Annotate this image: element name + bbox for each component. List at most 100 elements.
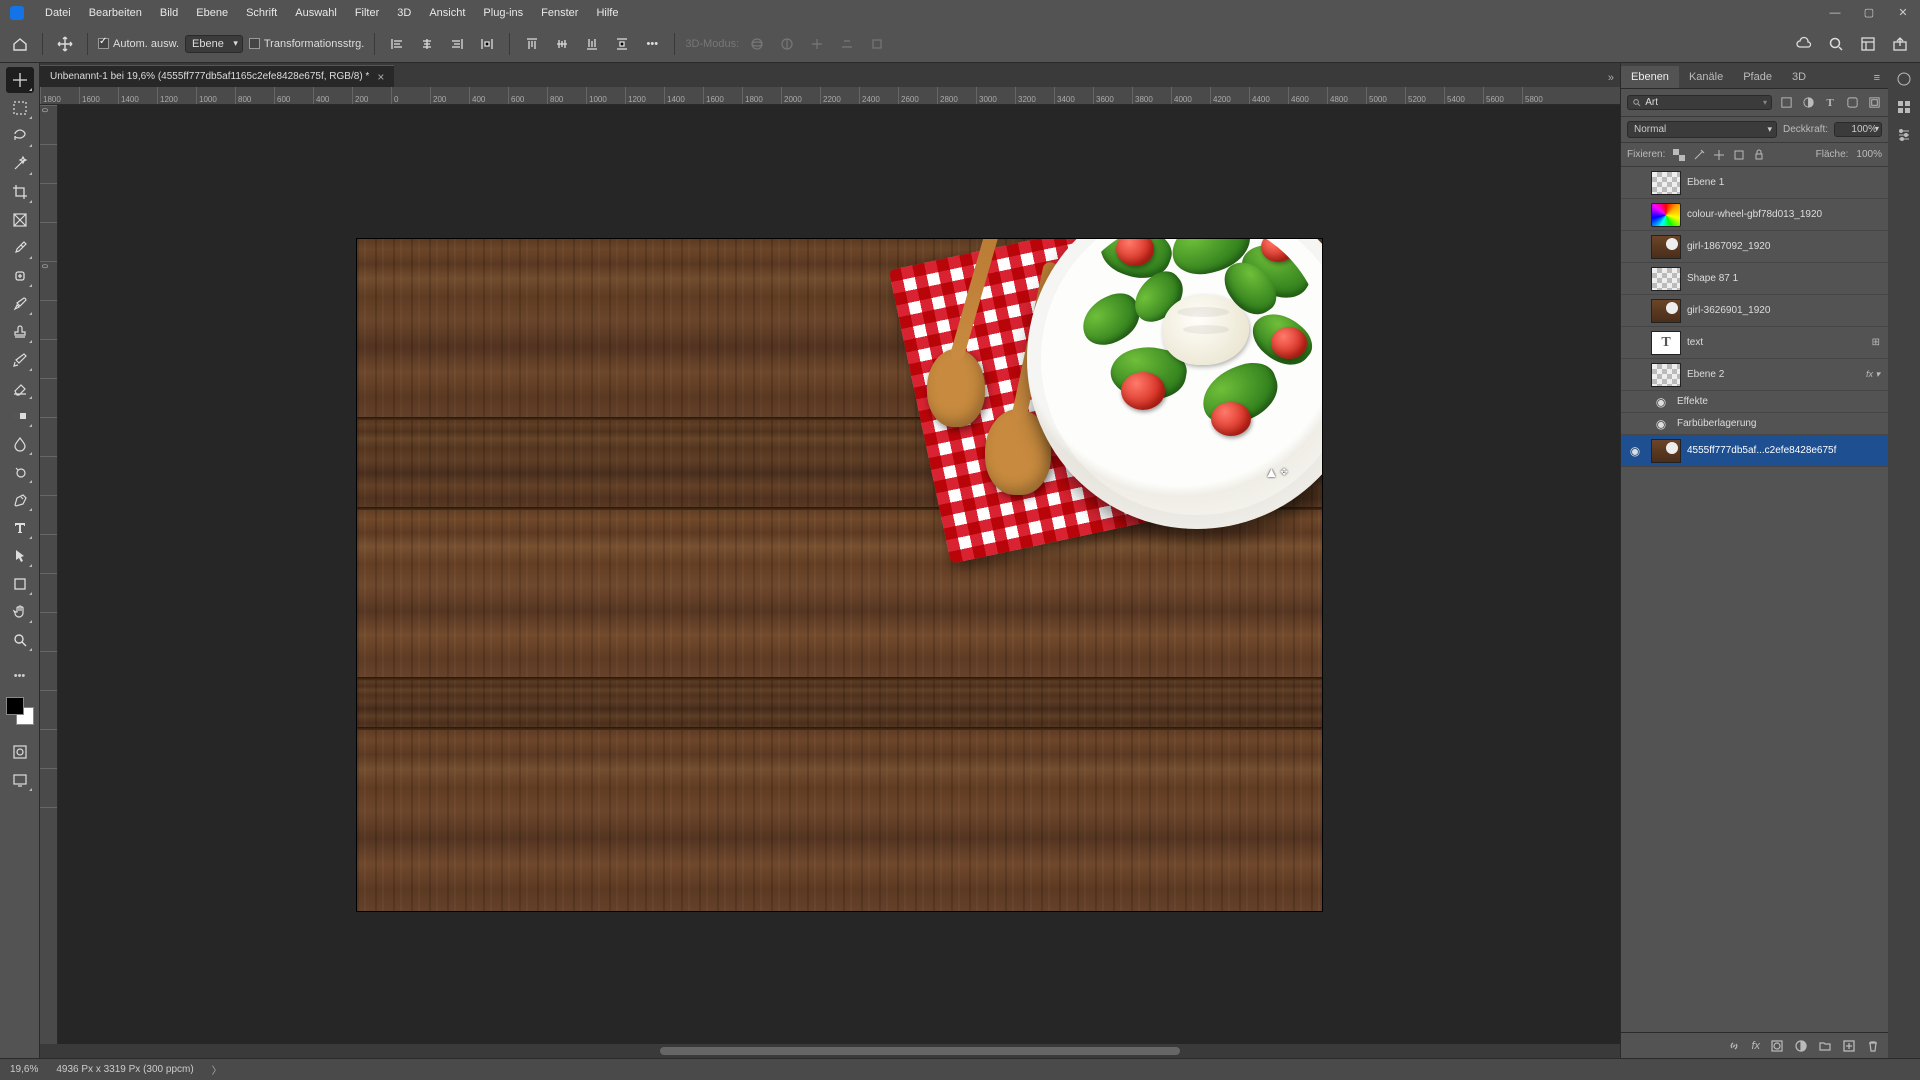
layer-thumb[interactable] xyxy=(1651,235,1681,259)
workspace-icon[interactable] xyxy=(1856,32,1880,56)
document-tab[interactable]: Unbenannt-1 bei 19,6% (4555ff777db5af116… xyxy=(40,65,394,87)
tool-hand[interactable] xyxy=(6,599,34,625)
layer-name[interactable]: Ebene 1 xyxy=(1687,177,1884,188)
window-close-button[interactable]: ✕ xyxy=(1886,0,1920,25)
menu-plugins[interactable]: Plug-ins xyxy=(474,0,532,25)
layer-row[interactable]: Shape 87 1 xyxy=(1621,263,1888,295)
layer-badge[interactable]: ⊞ xyxy=(1872,337,1884,348)
layer-name[interactable]: colour-wheel-gbf78d013_1920 xyxy=(1687,209,1884,220)
quickmask-toggle[interactable] xyxy=(6,739,34,765)
tool-type[interactable] xyxy=(6,515,34,541)
layer-thumb[interactable] xyxy=(1651,439,1681,463)
lock-transparency-icon[interactable] xyxy=(1673,149,1685,161)
lock-all-icon[interactable] xyxy=(1753,149,1765,161)
screenmode-toggle[interactable] xyxy=(6,767,34,793)
menu-help[interactable]: Hilfe xyxy=(587,0,627,25)
menu-view[interactable]: Ansicht xyxy=(420,0,474,25)
tool-lasso[interactable] xyxy=(6,123,34,149)
layer-thumb[interactable] xyxy=(1651,171,1681,195)
lock-artboard-icon[interactable] xyxy=(1733,149,1745,161)
visibility-toggle[interactable]: ◉ xyxy=(1651,417,1671,431)
menu-layer[interactable]: Ebene xyxy=(187,0,237,25)
tool-marquee[interactable] xyxy=(6,95,34,121)
ruler-vertical[interactable]: 00 xyxy=(40,105,58,1044)
lock-pixels-icon[interactable] xyxy=(1693,149,1705,161)
move-tool-icon[interactable] xyxy=(53,32,77,56)
align-left-icon[interactable] xyxy=(385,32,409,56)
zoom-readout[interactable]: 19,6% xyxy=(10,1064,38,1075)
close-tab-icon[interactable]: × xyxy=(377,70,384,84)
layer-effect-item[interactable]: ◉ Farbüberlagerung xyxy=(1621,413,1888,435)
menu-filter[interactable]: Filter xyxy=(346,0,388,25)
tab-3d[interactable]: 3D xyxy=(1782,66,1816,88)
collapsed-color-icon[interactable] xyxy=(1896,71,1912,87)
tool-shape[interactable] xyxy=(6,571,34,597)
delete-icon[interactable] xyxy=(1866,1039,1880,1053)
layer-thumb[interactable] xyxy=(1651,299,1681,323)
group-icon[interactable] xyxy=(1818,1039,1832,1053)
layer-row[interactable]: girl-3626901_1920 xyxy=(1621,295,1888,327)
layer-row[interactable]: colour-wheel-gbf78d013_1920 xyxy=(1621,199,1888,231)
layer-thumb[interactable]: T xyxy=(1651,331,1681,355)
menu-image[interactable]: Bild xyxy=(151,0,187,25)
more-align-icon[interactable]: ••• xyxy=(640,32,664,56)
search-icon[interactable] xyxy=(1824,32,1848,56)
transform-controls-checkbox[interactable]: Transformationsstrg. xyxy=(249,38,364,50)
tool-wand[interactable] xyxy=(6,151,34,177)
tab-paths[interactable]: Pfade xyxy=(1733,66,1782,88)
collapsed-properties-icon[interactable] xyxy=(1896,127,1912,143)
layer-name[interactable]: 4555ff777db5af...c2efe8428e675f xyxy=(1687,445,1884,456)
status-menu-icon[interactable]: 〉 xyxy=(212,1062,222,1077)
tab-layers[interactable]: Ebenen xyxy=(1621,66,1679,88)
tool-stamp[interactable] xyxy=(6,319,34,345)
fx-indicator[interactable]: fx ▾ xyxy=(1866,369,1884,380)
layer-thumb[interactable] xyxy=(1651,203,1681,227)
layer-name[interactable]: girl-3626901_1920 xyxy=(1687,305,1884,316)
cloud-docs-icon[interactable] xyxy=(1792,32,1816,56)
filter-smart-icon[interactable] xyxy=(1866,95,1882,111)
menu-3d[interactable]: 3D xyxy=(388,0,420,25)
opacity-field[interactable]: 100% xyxy=(1834,122,1882,137)
tool-path-select[interactable] xyxy=(6,543,34,569)
menu-type[interactable]: Schrift xyxy=(237,0,286,25)
menu-window[interactable]: Fenster xyxy=(532,0,587,25)
align-middle-v-icon[interactable] xyxy=(550,32,574,56)
layer-filter-search[interactable]: ▾ xyxy=(1627,95,1772,110)
adjustment-icon[interactable] xyxy=(1794,1039,1808,1053)
ruler-horizontal[interactable]: 1800160014001200100080060040020002004006… xyxy=(40,87,1620,105)
align-top-icon[interactable] xyxy=(520,32,544,56)
align-bottom-icon[interactable] xyxy=(580,32,604,56)
blend-mode-dropdown[interactable]: Normal xyxy=(1627,121,1777,138)
align-right-icon[interactable] xyxy=(445,32,469,56)
menu-select[interactable]: Auswahl xyxy=(286,0,346,25)
layer-thumb[interactable] xyxy=(1651,363,1681,387)
tab-channels[interactable]: Kanäle xyxy=(1679,66,1733,88)
share-icon[interactable] xyxy=(1888,32,1912,56)
align-center-h-icon[interactable] xyxy=(415,32,439,56)
window-minimize-button[interactable]: — xyxy=(1818,0,1852,25)
auto-select-checkbox[interactable]: Autom. ausw. xyxy=(98,38,179,50)
layer-thumb[interactable] xyxy=(1651,267,1681,291)
horizontal-scrollbar[interactable] xyxy=(40,1044,1620,1058)
tool-dodge[interactable] xyxy=(6,459,34,485)
filter-shape-icon[interactable] xyxy=(1844,95,1860,111)
layer-row[interactable]: T text ⊞ xyxy=(1621,327,1888,359)
layer-row-selected[interactable]: ◉ 4555ff777db5af...c2efe8428e675f xyxy=(1621,435,1888,467)
visibility-toggle[interactable]: ◉ xyxy=(1651,395,1671,409)
tool-zoom[interactable] xyxy=(6,627,34,653)
tool-eraser[interactable] xyxy=(6,375,34,401)
fx-icon[interactable]: fx xyxy=(1751,1040,1760,1052)
filter-pixel-icon[interactable] xyxy=(1778,95,1794,111)
layer-effects-header[interactable]: ◉ Effekte xyxy=(1621,391,1888,413)
panel-menu-icon[interactable]: ≡ xyxy=(1866,68,1888,88)
lock-position-icon[interactable] xyxy=(1713,149,1725,161)
tool-blur[interactable] xyxy=(6,431,34,457)
home-icon[interactable] xyxy=(8,32,32,56)
layer-row[interactable]: girl-1867092_1920 xyxy=(1621,231,1888,263)
layer-name[interactable]: Ebene 2 xyxy=(1687,369,1860,380)
tool-crop[interactable] xyxy=(6,179,34,205)
mask-icon[interactable] xyxy=(1770,1039,1784,1053)
tool-heal[interactable] xyxy=(6,263,34,289)
tool-history-brush[interactable] xyxy=(6,347,34,373)
tool-eyedropper[interactable] xyxy=(6,235,34,261)
